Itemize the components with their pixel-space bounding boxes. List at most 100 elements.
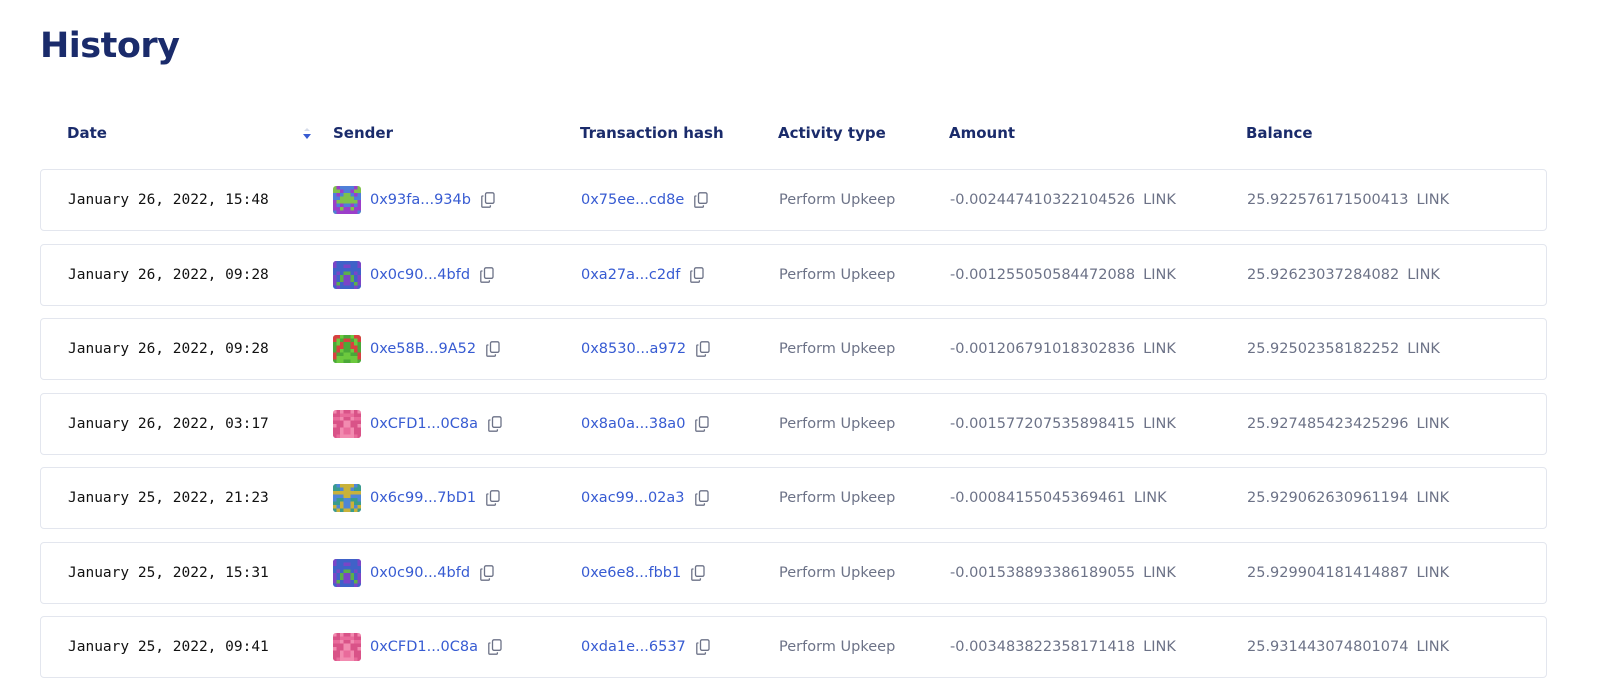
transaction-hash-cell: 0xda1e...6537 bbox=[581, 617, 710, 677]
transaction-hash-link[interactable]: 0x75ee...cd8e bbox=[581, 192, 684, 208]
amount-value: -0.001255050584472088 bbox=[950, 266, 1136, 283]
copy-sender-icon[interactable] bbox=[488, 639, 502, 655]
copy-hash-icon[interactable] bbox=[694, 490, 709, 506]
amount-cell: -0.002447410322104526 LINK bbox=[950, 170, 1176, 230]
sender-cell: 0x0c90...4bfd bbox=[333, 543, 494, 603]
balance-cell: 25.92502358182252 LINK bbox=[1247, 319, 1440, 379]
transaction-hash-cell: 0xa27a...c2df bbox=[581, 245, 705, 305]
sender-cell: 0x6c99...7bD1 bbox=[333, 468, 500, 528]
sender-avatar-icon bbox=[333, 633, 361, 661]
sender-cell: 0x93fa...934b bbox=[333, 170, 495, 230]
sender-address-link[interactable]: 0x6c99...7bD1 bbox=[370, 490, 476, 506]
column-header-balance[interactable]: Balance bbox=[1246, 124, 1313, 142]
copy-sender-icon[interactable] bbox=[486, 490, 500, 506]
copy-sender-icon[interactable] bbox=[486, 341, 500, 357]
date-cell: January 26, 2022, 15:48 bbox=[68, 192, 269, 208]
amount-value: -0.003483822358171418 bbox=[950, 639, 1136, 655]
sender-address-link[interactable]: 0x0c90...4bfd bbox=[370, 565, 470, 581]
amount-cell: -0.001577207535898415 LINK bbox=[950, 394, 1176, 454]
balance-cell: 25.927485423425296 LINK bbox=[1247, 394, 1449, 454]
amount-unit: LINK bbox=[1143, 341, 1176, 357]
balance-value: 25.931443074801074 bbox=[1247, 639, 1409, 655]
amount-value: -0.001538893386189055 bbox=[950, 564, 1136, 581]
sender-avatar-icon bbox=[333, 186, 361, 214]
transaction-hash-link[interactable]: 0xda1e...6537 bbox=[581, 639, 686, 655]
activity-type-cell: Perform Upkeep bbox=[779, 192, 896, 208]
balance-cell: 25.922576171500413 LINK bbox=[1247, 170, 1449, 230]
transaction-hash-link[interactable]: 0xa27a...c2df bbox=[581, 267, 680, 283]
copy-hash-icon[interactable] bbox=[694, 192, 708, 208]
transaction-hash-link[interactable]: 0x8530...a972 bbox=[581, 341, 686, 357]
sender-cell: 0x0c90...4bfd bbox=[333, 245, 494, 305]
transaction-hash-cell: 0x8530...a972 bbox=[581, 319, 710, 379]
transaction-hash-link[interactable]: 0xe6e8...fbb1 bbox=[581, 565, 681, 581]
balance-value: 25.92623037284082 bbox=[1247, 266, 1400, 283]
sender-address-link[interactable]: 0x0c90...4bfd bbox=[370, 267, 470, 283]
amount-unit: LINK bbox=[1143, 192, 1176, 208]
column-header-sender[interactable]: Sender bbox=[333, 124, 393, 142]
table-row: January 26, 2022, 03:17 0xCFD1...0C8a 0x… bbox=[40, 392, 1547, 455]
balance-cell: 25.92623037284082 LINK bbox=[1247, 245, 1440, 305]
copy-sender-icon[interactable] bbox=[480, 266, 494, 283]
sender-avatar-icon bbox=[333, 484, 361, 512]
table-row: January 25, 2022, 09:41 0xCFD1...0C8a 0x… bbox=[40, 616, 1547, 678]
amount-value: -0.001577207535898415 bbox=[950, 415, 1136, 432]
amount-unit: LINK bbox=[1143, 415, 1176, 432]
sender-cell: 0xe58B...9A52 bbox=[333, 319, 500, 379]
column-header-amount[interactable]: Amount bbox=[949, 124, 1015, 142]
sender-cell: 0xCFD1...0C8a bbox=[333, 617, 502, 677]
amount-unit: LINK bbox=[1143, 564, 1176, 581]
sender-address-link[interactable]: 0xe58B...9A52 bbox=[370, 341, 476, 357]
transaction-hash-link[interactable]: 0x8a0a...38a0 bbox=[581, 416, 685, 432]
sender-address-link[interactable]: 0xCFD1...0C8a bbox=[370, 639, 478, 655]
table-row: January 25, 2022, 15:31 0x0c90...4bfd 0x… bbox=[40, 541, 1547, 604]
balance-value: 25.929062630961194 bbox=[1247, 490, 1409, 506]
table-row: January 26, 2022, 09:28 0xe58B...9A52 0x… bbox=[40, 318, 1547, 380]
activity-type-cell: Perform Upkeep bbox=[779, 639, 896, 655]
balance-unit: LINK bbox=[1416, 192, 1450, 208]
balance-unit: LINK bbox=[1416, 490, 1450, 506]
copy-hash-icon[interactable] bbox=[691, 564, 705, 581]
amount-unit: LINK bbox=[1143, 639, 1176, 655]
transaction-hash-cell: 0x75ee...cd8e bbox=[581, 170, 708, 230]
copy-hash-icon[interactable] bbox=[696, 341, 710, 357]
amount-cell: -0.001538893386189055 LINK bbox=[950, 543, 1176, 603]
amount-cell: -0.003483822358171418 LINK bbox=[950, 617, 1176, 677]
copy-hash-icon[interactable] bbox=[695, 639, 710, 655]
date-cell: January 26, 2022, 09:28 bbox=[68, 266, 269, 283]
amount-cell: -0.001255050584472088 LINK bbox=[950, 245, 1176, 305]
activity-type-cell: Perform Upkeep bbox=[779, 266, 896, 283]
amount-cell: -0.00084155045369461 LINK bbox=[950, 468, 1167, 528]
date-cell: January 25, 2022, 21:23 bbox=[68, 490, 269, 506]
balance-unit: LINK bbox=[1416, 639, 1450, 655]
balance-unit: LINK bbox=[1407, 266, 1440, 283]
sender-address-link[interactable]: 0xCFD1...0C8a bbox=[370, 416, 478, 432]
balance-cell: 25.929062630961194 LINK bbox=[1247, 468, 1449, 528]
transaction-hash-link[interactable]: 0xac99...02a3 bbox=[581, 490, 685, 506]
amount-value: -0.001206791018302836 bbox=[950, 341, 1136, 357]
activity-type-cell: Perform Upkeep bbox=[779, 564, 896, 581]
copy-hash-icon[interactable] bbox=[690, 266, 705, 283]
balance-value: 25.929904181414887 bbox=[1247, 564, 1409, 581]
copy-sender-icon[interactable] bbox=[481, 192, 495, 208]
sort-down-icon[interactable] bbox=[302, 127, 312, 141]
copy-hash-icon[interactable] bbox=[695, 415, 710, 432]
amount-value: -0.00084155045369461 bbox=[950, 490, 1126, 506]
amount-unit: LINK bbox=[1133, 490, 1167, 506]
transaction-hash-cell: 0x8a0a...38a0 bbox=[581, 394, 710, 454]
date-cell: January 26, 2022, 09:28 bbox=[68, 341, 269, 357]
copy-sender-icon[interactable] bbox=[488, 415, 502, 432]
amount-unit: LINK bbox=[1143, 266, 1176, 283]
activity-type-cell: Perform Upkeep bbox=[779, 490, 896, 506]
column-header-transaction-hash[interactable]: Transaction hash bbox=[580, 124, 724, 142]
table-row: January 25, 2022, 21:23 0x6c99...7bD1 0x… bbox=[40, 467, 1547, 529]
column-header-activity-type[interactable]: Activity type bbox=[778, 124, 886, 142]
table-header: Date Sender Transaction hash Activity ty… bbox=[40, 124, 1549, 146]
transaction-hash-cell: 0xe6e8...fbb1 bbox=[581, 543, 705, 603]
balance-value: 25.922576171500413 bbox=[1247, 192, 1409, 208]
date-cell: January 26, 2022, 03:17 bbox=[68, 415, 269, 432]
sender-address-link[interactable]: 0x93fa...934b bbox=[370, 192, 471, 208]
balance-unit: LINK bbox=[1407, 341, 1440, 357]
copy-sender-icon[interactable] bbox=[480, 564, 494, 581]
column-header-date[interactable]: Date bbox=[67, 124, 107, 142]
